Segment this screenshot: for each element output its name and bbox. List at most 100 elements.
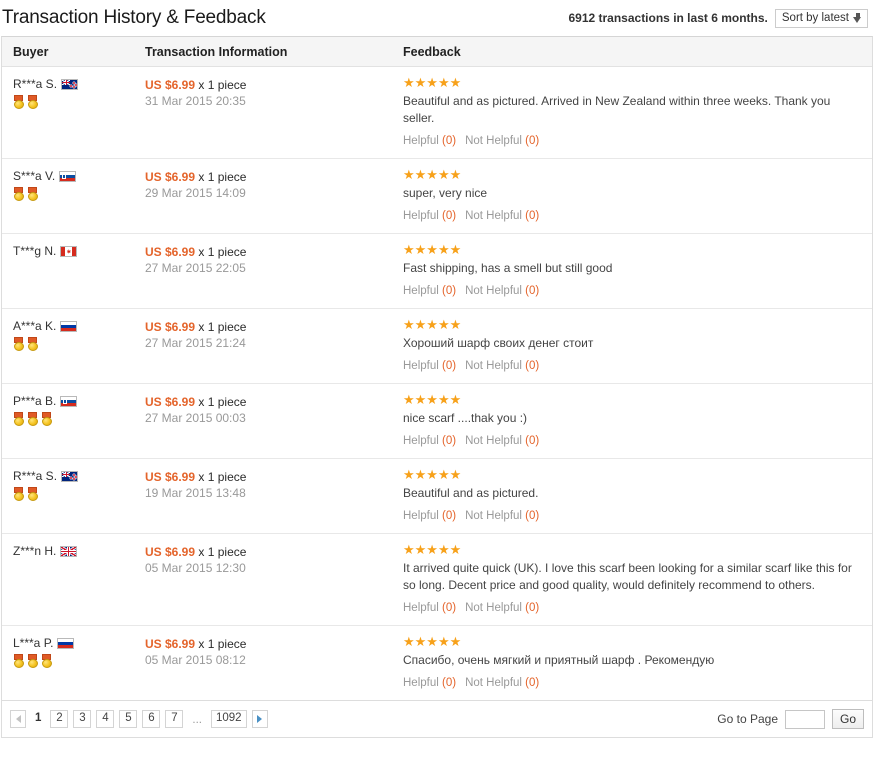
buyer-medals [13, 95, 142, 109]
feedback-cell: ★★★★★ super, very nice Helpful (0) Not Help… [400, 168, 872, 223]
not-helpful-count: (0) [525, 435, 540, 447]
feedback-actions: Helpful (0) Not Helpful (0) [403, 434, 860, 448]
buyer-name-row: Z***n H. [13, 544, 142, 559]
table-row: T***g N. US $6.99 x 1 piece 27 Mar 2015 22… [2, 234, 872, 309]
helpful-button[interactable]: Helpful (0) [403, 510, 456, 522]
transaction-history-page: Transaction History & Feedback 6912 tran… [0, 0, 874, 781]
helpful-label: Helpful [403, 285, 439, 297]
page-button-5[interactable]: 5 [119, 710, 138, 728]
page-ellipsis: ... [192, 713, 202, 726]
price-value: US $6.99 [145, 320, 196, 334]
column-header-transaction: Transaction Information [145, 44, 288, 59]
buyer-name: S***a V. [13, 169, 56, 183]
feedback-text: Fast shipping, has a smell but still goo… [403, 261, 613, 275]
table-row: P***a B. US $6.99 x 1 piece 27 Mar 2015 00… [2, 384, 872, 459]
transaction-cell: US $6.99 x 1 piece 27 Mar 2015 21:24 [142, 319, 400, 352]
feedback-cell: ★★★★★ nice scarf ....thak you :) Helpful (… [400, 392, 872, 448]
medal-icon [27, 412, 38, 426]
not-helpful-count: (0) [525, 510, 540, 522]
page-button-7[interactable]: 7 [165, 710, 184, 728]
page-button-1[interactable]: 1 [31, 710, 45, 728]
not-helpful-button[interactable]: Not Helpful (0) [465, 602, 539, 614]
table-row: R***a S. US $6.99 x 1 piece 19 Mar 2015 13… [2, 459, 872, 534]
goto-page-label: Go to Page [717, 712, 778, 726]
price-line: US $6.99 x 1 piece [145, 469, 400, 485]
feedback-cell: ★★★★★ Хороший шарф своих денег стоит Helpf… [400, 318, 872, 373]
goto-page-input[interactable] [785, 709, 825, 729]
star-rating: ★★★★★ [403, 634, 462, 649]
transaction-date: 05 Mar 2015 08:12 [145, 653, 246, 667]
transaction-count-text: 6912 transactions in last 6 months. [568, 11, 768, 25]
price-line: US $6.99 x 1 piece [145, 77, 400, 93]
helpful-label: Helpful [403, 210, 439, 222]
medal-icon [13, 412, 24, 426]
helpful-button[interactable]: Helpful (0) [403, 602, 456, 614]
not-helpful-button[interactable]: Not Helpful (0) [465, 285, 539, 297]
helpful-count: (0) [442, 135, 457, 147]
russia-flag-icon [57, 638, 75, 649]
pagination-controls: 1 2 3 4 5 6 7... 1092 [10, 710, 268, 728]
prev-page-button[interactable] [10, 710, 26, 728]
helpful-button[interactable]: Helpful (0) [403, 135, 456, 147]
not-helpful-button[interactable]: Not Helpful (0) [465, 210, 539, 222]
star-rating: ★★★★★ [403, 467, 462, 482]
sort-by-dropdown[interactable]: Sort by latest [774, 8, 868, 28]
helpful-button[interactable]: Helpful (0) [403, 210, 456, 222]
header-right-group: 6912 transactions in last 6 months. Sort… [568, 8, 870, 28]
go-button[interactable]: Go [832, 709, 864, 729]
not-helpful-button[interactable]: Not Helpful (0) [465, 135, 539, 147]
transaction-cell: US $6.99 x 1 piece 27 Mar 2015 00:03 [142, 394, 400, 427]
transaction-date: 27 Mar 2015 00:03 [145, 411, 246, 425]
medal-icon [41, 412, 52, 426]
buyer-name: T***g N. [13, 244, 57, 258]
not-helpful-count: (0) [525, 602, 540, 614]
not-helpful-button[interactable]: Not Helpful (0) [465, 510, 539, 522]
not-helpful-button[interactable]: Not Helpful (0) [465, 677, 539, 689]
buyer-name: A***a K. [13, 319, 57, 333]
page-button-2[interactable]: 2 [50, 710, 69, 728]
price-line: US $6.99 x 1 piece [145, 544, 400, 560]
quantity-text: x 1 piece [198, 245, 247, 259]
price-value: US $6.99 [145, 395, 196, 409]
buyer-cell: A***a K. [2, 319, 142, 351]
star-rating: ★★★★★ [403, 392, 462, 407]
medal-icon [13, 95, 24, 109]
helpful-count: (0) [442, 210, 457, 222]
feedback-text: super, very nice [403, 186, 488, 200]
quantity-text: x 1 piece [198, 170, 247, 184]
star-rating: ★★★★★ [403, 542, 462, 557]
helpful-button[interactable]: Helpful (0) [403, 360, 456, 372]
page-button-3[interactable]: 3 [73, 710, 92, 728]
next-page-button[interactable] [251, 710, 268, 728]
medal-icon [27, 654, 38, 668]
page-button-6[interactable]: 6 [142, 710, 161, 728]
not-helpful-count: (0) [525, 677, 540, 689]
buyer-cell: S***a V. [2, 169, 142, 201]
page-button-last[interactable]: 1092 [211, 710, 247, 728]
helpful-button[interactable]: Helpful (0) [403, 435, 456, 447]
helpful-button[interactable]: Helpful (0) [403, 677, 456, 689]
not-helpful-label: Not Helpful [465, 435, 522, 447]
not-helpful-button[interactable]: Not Helpful (0) [465, 435, 539, 447]
feedback-text: Хороший шарф своих денег стоит [403, 336, 594, 350]
page-header: Transaction History & Feedback 6912 tran… [0, 0, 874, 36]
feedback-cell: ★★★★★ Спасибо, очень мягкий и приятный ша… [400, 634, 872, 690]
russia-flag-icon [60, 321, 78, 332]
buyer-medals [13, 412, 142, 426]
quantity-text: x 1 piece [198, 470, 247, 484]
buyer-cell: P***a B. [2, 394, 142, 426]
price-line: US $6.99 x 1 piece [145, 636, 400, 652]
medal-icon [41, 654, 52, 668]
not-helpful-button[interactable]: Not Helpful (0) [465, 360, 539, 372]
slovenia-flag-icon [59, 171, 77, 182]
helpful-button[interactable]: Helpful (0) [403, 285, 456, 297]
buyer-name-row: T***g N. [13, 244, 142, 259]
slovenia-flag-icon [60, 396, 78, 407]
buyer-name-row: S***a V. [13, 169, 142, 184]
buyer-name: L***a P. [13, 636, 54, 650]
united-kingdom-flag-icon [60, 546, 78, 557]
not-helpful-label: Not Helpful [465, 210, 522, 222]
page-button-4[interactable]: 4 [96, 710, 115, 728]
buyer-name: R***a S. [13, 77, 58, 91]
transaction-cell: US $6.99 x 1 piece 05 Mar 2015 08:12 [142, 636, 400, 669]
